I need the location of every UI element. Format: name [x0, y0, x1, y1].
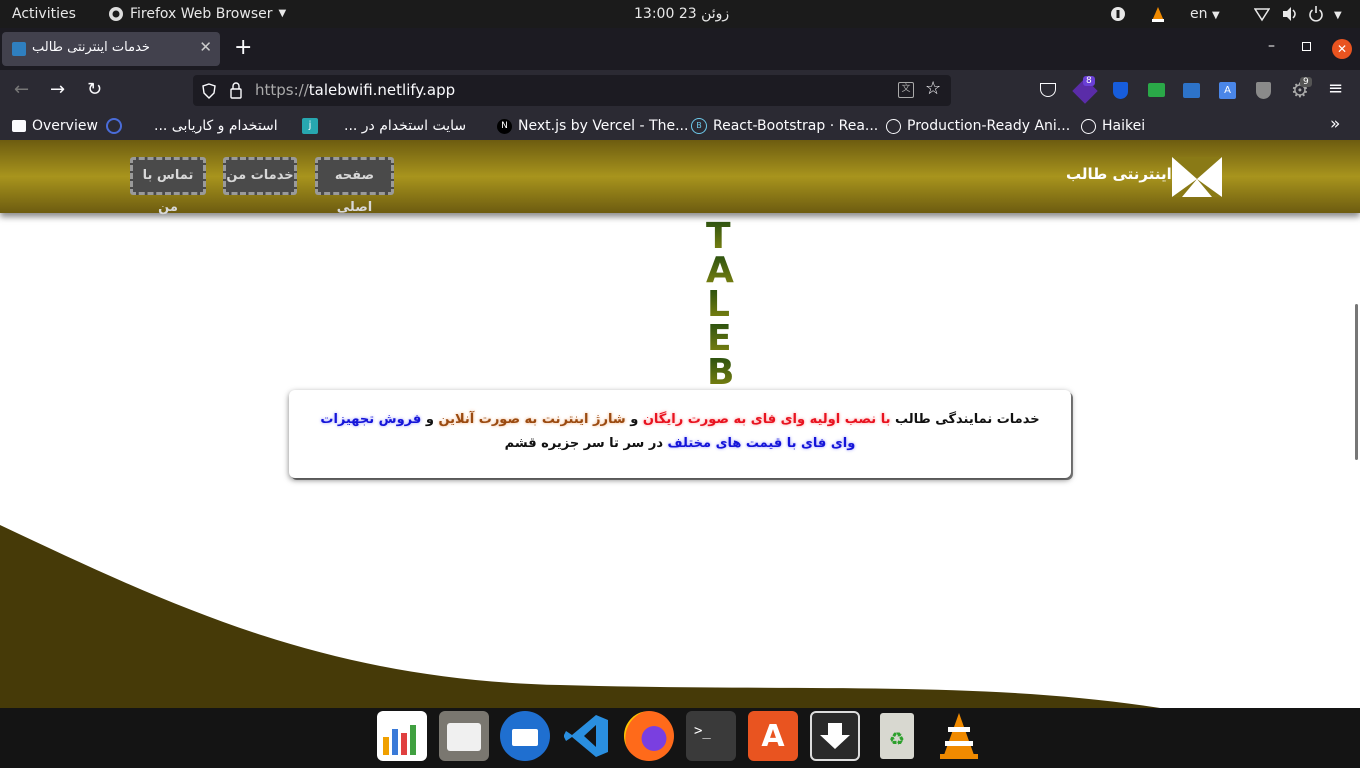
extension-badge: 8	[1083, 76, 1095, 86]
close-window-button[interactable]: ✕	[1332, 39, 1352, 59]
nav-services-button[interactable]: خدمات من	[223, 157, 297, 195]
pocket-icon[interactable]	[1040, 83, 1056, 97]
and-text: و	[630, 412, 639, 427]
power-icon[interactable]	[1308, 0, 1324, 28]
vertical-logo-letters: T A L E B	[706, 218, 734, 386]
and-text: و	[425, 412, 434, 427]
jobinja-icon: j	[302, 118, 318, 134]
active-tab[interactable]: خدمات اینترنتی طالب ✕	[2, 32, 220, 66]
chevron-down-icon[interactable]: ▼	[1334, 0, 1342, 28]
chevron-down-icon: ▼	[278, 8, 287, 19]
app-menu[interactable]: Firefox Web Browser ▼	[108, 0, 286, 28]
globe-icon	[1081, 118, 1096, 134]
intro-card: خدمات نمایندگی طالب با نصب اولیه وای فای…	[289, 390, 1071, 478]
accessibility-icon[interactable]	[1110, 0, 1126, 28]
page-scrollbar[interactable]	[1355, 304, 1358, 460]
nav-home-button[interactable]: صفحه اصلی	[315, 157, 394, 215]
dashboard-icon	[12, 120, 26, 132]
more-bookmarks-icon[interactable]: »	[1330, 114, 1340, 134]
firefox-icon[interactable]	[624, 711, 674, 761]
star-icon[interactable]: ☆	[925, 78, 941, 99]
minimize-button[interactable]: –	[1268, 38, 1275, 54]
restore-button[interactable]	[1302, 42, 1311, 51]
url-text[interactable]: https://talebwifi.netlify.app	[255, 81, 455, 99]
language-indicator[interactable]: en ▼	[1190, 0, 1220, 28]
webpage: اینترنتی طالب صفحه اصلی خدمات من تماس با…	[0, 140, 1360, 708]
translate-icon[interactable]: 文	[898, 82, 914, 98]
vlc-tray-icon[interactable]	[1150, 0, 1166, 28]
back-icon[interactable]: ←	[14, 79, 29, 100]
react-bootstrap-icon: B	[691, 118, 707, 134]
network-icon[interactable]	[1253, 0, 1271, 28]
vlc-icon[interactable]	[934, 711, 984, 761]
nav-contact-button[interactable]: تماس با من	[130, 157, 206, 215]
dock: >_ A ♻	[0, 708, 1360, 768]
tab-title: خدمات اینترنتی طالب	[32, 40, 150, 55]
location-text: در سر تا سر جزیره قشم	[504, 436, 663, 451]
lock-icon[interactable]	[229, 82, 243, 99]
extension-blue-icon[interactable]	[1183, 83, 1200, 98]
shield-icon[interactable]	[201, 83, 217, 99]
activities-button[interactable]: Activities	[12, 0, 76, 28]
site-logo-icon[interactable]	[1172, 157, 1222, 197]
tab-bar: خدمات اینترنتی طالب ✕ + – ✕	[0, 28, 1360, 70]
software-center-icon[interactable]: A	[748, 711, 798, 761]
thunderbird-icon[interactable]	[500, 711, 550, 761]
bitwarden-icon[interactable]	[1113, 82, 1128, 99]
globe-icon	[886, 118, 901, 134]
logo-letter: B	[707, 352, 734, 386]
firefox-small-icon	[109, 7, 123, 21]
bookmark-item[interactable]: Production-Ready Ani...	[886, 112, 1070, 140]
vscode-icon[interactable]	[562, 711, 612, 761]
forward-icon[interactable]: →	[50, 79, 65, 100]
close-tab-icon[interactable]: ✕	[199, 38, 212, 56]
nextjs-icon: N	[497, 118, 512, 134]
site-icon	[106, 118, 122, 134]
bookmark-item[interactable]: استخدام و کاریابی ...	[106, 112, 278, 140]
files-icon[interactable]	[439, 711, 489, 761]
google-translate-icon[interactable]: A	[1219, 82, 1236, 99]
bookmark-item[interactable]: j سایت استخدام در ...	[302, 112, 466, 140]
bookmark-item[interactable]: N Next.js by Vercel - The...	[497, 112, 688, 140]
clock[interactable]: زوئن 23 13:00	[634, 0, 729, 28]
bookmarks-toolbar: Overview استخدام و کاریابی ... j سایت اس…	[0, 112, 1360, 140]
extension-badge: 9	[1300, 77, 1312, 87]
site-brand[interactable]: اینترنتی طالب	[1066, 165, 1172, 183]
new-tab-button[interactable]: +	[234, 36, 252, 60]
terminal-icon[interactable]: >_	[686, 711, 736, 761]
navigation-toolbar: ← → ↻ https://talebwifi.netlify.app 文 ☆ …	[0, 70, 1360, 112]
spreadsheet-icon[interactable]	[377, 711, 427, 761]
reload-icon[interactable]: ↻	[87, 79, 102, 100]
chevron-down-icon: ▼	[1211, 10, 1220, 21]
bookmark-item[interactable]: Haikei	[1081, 112, 1145, 140]
url-bar[interactable]: https://talebwifi.netlify.app 文 ☆	[193, 75, 951, 106]
bookmark-item[interactable]: Overview	[12, 112, 98, 140]
extension-green-icon[interactable]	[1148, 83, 1165, 97]
trash-icon[interactable]: ♻	[872, 711, 922, 761]
ublock-icon[interactable]	[1256, 82, 1271, 99]
site-favicon	[12, 42, 26, 56]
online-charge-text: شارژ اینترنت به صورت آنلاین	[438, 412, 626, 427]
bookmark-item[interactable]: B React-Bootstrap · Rea...	[691, 112, 878, 140]
intro-text: خدمات نمایندگی طالب	[895, 412, 1040, 427]
site-header: اینترنتی طالب صفحه اصلی خدمات من تماس با…	[0, 140, 1360, 215]
system-top-bar: Activities Firefox Web Browser ▼ زوئن 23…	[0, 0, 1360, 28]
menu-icon[interactable]: ≡	[1328, 78, 1343, 99]
free-install-text: با نصب اولیه وای فای به صورت رایگان	[642, 412, 891, 427]
downloader-icon[interactable]	[810, 711, 860, 761]
volume-icon[interactable]	[1281, 0, 1299, 28]
app-name: Firefox Web Browser	[130, 6, 273, 22]
